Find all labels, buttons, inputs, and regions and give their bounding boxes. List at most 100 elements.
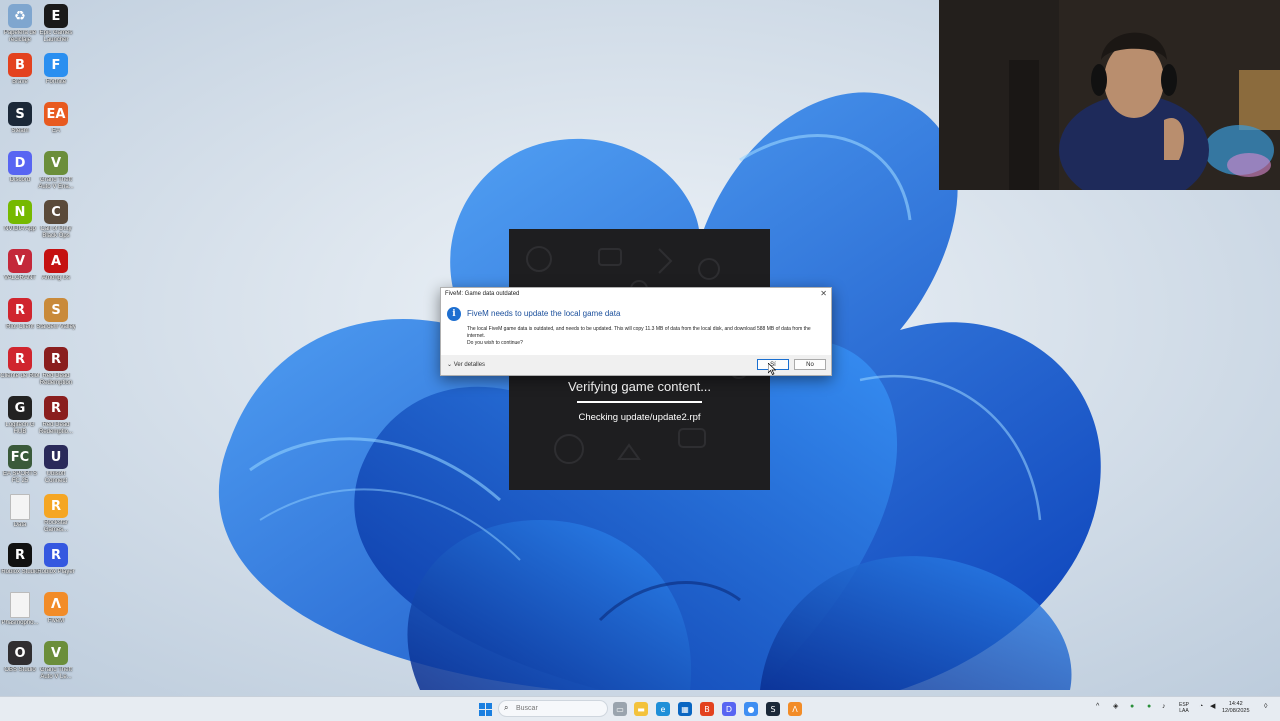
language-indicator[interactable]: ESP LAA [1176, 702, 1192, 714]
desktop-shortcut-label: OBS Studio [4, 667, 36, 673]
desktop-shortcut-label: EA SPORTS FC 25 [3, 471, 37, 484]
desktop-shortcut[interactable]: S Steam [0, 102, 40, 135]
details-label: Ver detalles [453, 362, 486, 368]
chevron-up-icon[interactable]: ^ [1096, 703, 1099, 710]
loader-detail-text: Checking update/update2.rpf [578, 412, 701, 423]
notification-bell-icon[interactable]: ◊ [1264, 703, 1267, 710]
chevron-down-icon: ⌄ [447, 362, 453, 368]
desktop-shortcut[interactable]: R Cliente de Riot [0, 347, 40, 380]
desktop-shortcut[interactable]: R Rockstar Games... [36, 494, 76, 534]
among-us-icon: A [44, 249, 68, 273]
taskbar-search[interactable]: ⌕ [498, 700, 608, 717]
start-button[interactable] [478, 702, 492, 716]
desktop-shortcut[interactable]: U Ubisoft Connect [36, 445, 76, 485]
desktop-shortcut-label: Red Dead Redemptio... [38, 422, 74, 435]
desktop-shortcut-label: Cliente de Riot [0, 373, 40, 379]
desktop-shortcut-label: Logitech G HUB [5, 422, 35, 435]
desktop-shortcut-label: Ubisoft Connect [44, 471, 68, 484]
store-icon[interactable]: ▦ [678, 702, 692, 716]
recycle-bin-icon: ♻ [8, 4, 32, 28]
desktop-shortcut[interactable]: B Brave [0, 53, 40, 86]
desktop-shortcut-label: Call of Duty Black Ops [40, 226, 72, 239]
desktop-shortcut[interactable]: R Red Dead Redemption [36, 347, 76, 387]
steam-icon[interactable]: S [766, 702, 780, 716]
desktop-shortcut[interactable]: S Stardew Valley [36, 298, 76, 331]
desktop-shortcut-label: Steam [11, 128, 29, 134]
desktop-shortcut[interactable]: N NVIDIA App [0, 200, 40, 233]
desktop-shortcut[interactable]: EA EA [36, 102, 76, 135]
clock-date: 12/08/2025 [1222, 708, 1250, 714]
desktop-shortcut[interactable]: Data [0, 494, 40, 529]
desktop-shortcut-label: Phasmopho... [1, 620, 39, 626]
clock[interactable]: 14:42 12/08/2025 [1222, 701, 1250, 715]
logitech-icon: G [8, 396, 32, 420]
desktop-shortcut[interactable]: V VALORANT [0, 249, 40, 282]
desktop-shortcut-label: Roblox Player [37, 569, 75, 575]
gta-v-icon: V [44, 641, 68, 665]
desktop-shortcut[interactable]: V Grand Theft Auto V Le... [36, 641, 76, 681]
microphone-icon[interactable]: ♪ [1162, 703, 1166, 710]
webcam-overlay [939, 0, 1280, 190]
close-icon[interactable]: ✕ [820, 289, 827, 298]
desktop-shortcut-label: Data [13, 522, 27, 528]
desktop-shortcut[interactable]: D Discord [0, 151, 40, 184]
desktop-shortcut[interactable]: Λ FiveM [36, 592, 76, 625]
wifi-icon[interactable]: ◔ [1199, 703, 1203, 710]
fortnite-icon: F [44, 53, 68, 77]
desktop-icon-grid: ♻ Papelera de reciclaje E Epic Games Launch… [0, 0, 80, 696]
desktop-shortcut-label: Stardew Valley [36, 324, 76, 330]
desktop-shortcut-label: Red Dead Redemption [39, 373, 73, 386]
gta-v-icon: V [44, 151, 68, 175]
layout-label: LAA [1179, 708, 1189, 714]
discord-icon[interactable]: D [722, 702, 736, 716]
network-icon[interactable]: ◈ [1113, 703, 1118, 710]
desktop-shortcut[interactable]: F Fortnite [36, 53, 76, 86]
ea-icon: EA [44, 102, 68, 126]
desktop-shortcut[interactable]: O OBS Studio [0, 641, 40, 674]
file-explorer-icon[interactable]: ▬ [634, 702, 648, 716]
dialog-heading: FiveM needs to update the local game dat… [467, 309, 621, 318]
status-icon[interactable]: ● [1147, 703, 1151, 710]
steam-icon: S [8, 102, 32, 126]
ea-sports-fc-icon: FC [8, 445, 32, 469]
fivem-icon: Λ [44, 592, 68, 616]
task-view-icon[interactable]: ▭ [613, 702, 627, 716]
roblox-studio-icon: R [8, 543, 32, 567]
chrome-icon[interactable]: ● [744, 702, 758, 716]
search-input[interactable] [516, 703, 586, 714]
no-button[interactable]: No [794, 359, 826, 370]
desktop-shortcut[interactable]: Phasmopho... [0, 592, 40, 627]
desktop-shortcut-label: EA [51, 128, 60, 134]
desktop-shortcut[interactable]: ♻ Papelera de reciclaje [0, 4, 40, 44]
details-toggle[interactable]: ⌄ Ver detalles [447, 361, 485, 368]
call-of-duty-icon: C [44, 200, 68, 224]
desktop-shortcut-label: NVIDIA App [4, 226, 36, 232]
riot-client-icon: R [8, 347, 32, 371]
dialog-body: The local FiveM game data is outdated, a… [467, 326, 827, 347]
obs-icon: O [8, 641, 32, 665]
game-bar-icon[interactable]: ● [1130, 703, 1134, 710]
desktop-shortcut[interactable]: G Logitech G HUB [0, 396, 40, 436]
desktop-shortcut[interactable]: C Call of Duty Black Ops [36, 200, 76, 240]
desktop-shortcut[interactable]: R Roblox Player [36, 543, 76, 576]
edge-icon[interactable]: e [656, 702, 670, 716]
info-icon: i [447, 307, 461, 321]
fivem-icon[interactable]: Λ [788, 702, 802, 716]
webcam-feed-image [939, 0, 1280, 190]
brave-icon[interactable]: B [700, 702, 714, 716]
desktop-shortcut[interactable]: V Grand Theft Auto V Ena... [36, 151, 76, 191]
dialog-title: FiveM: Game data outdated [445, 291, 520, 297]
desktop-shortcut[interactable]: A Among Us [36, 249, 76, 282]
desktop-shortcut-label: Among Us [41, 275, 70, 281]
desktop-shortcut[interactable]: R Roblox Studio [0, 543, 40, 576]
desktop-shortcut-label: Epic Games Launcher [39, 30, 73, 43]
desktop-shortcut[interactable]: R Red Dead Redemptio... [36, 396, 76, 436]
desktop-shortcut[interactable]: FC EA SPORTS FC 25 [0, 445, 40, 485]
desktop-shortcut-label: Fortnite [45, 79, 67, 85]
desktop-shortcut[interactable]: E Epic Games Launcher [36, 4, 76, 44]
riot-client-icon: R [8, 298, 32, 322]
valorant-icon: V [8, 249, 32, 273]
volume-icon[interactable]: ◀ [1210, 703, 1215, 710]
desktop-shortcut[interactable]: R Riot Client [0, 298, 40, 331]
ubisoft-icon: U [44, 445, 68, 469]
